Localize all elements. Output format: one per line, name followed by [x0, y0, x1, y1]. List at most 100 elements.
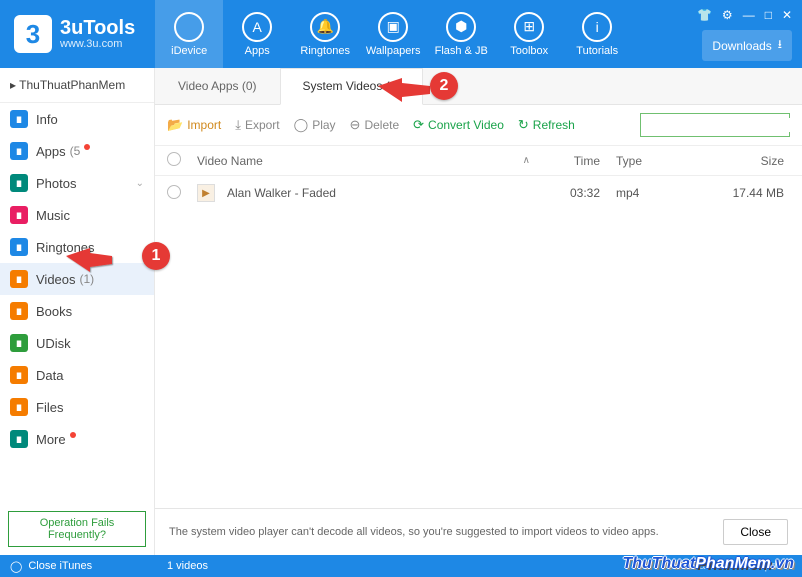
- nav-toolbox[interactable]: ⊞Toolbox: [495, 0, 563, 68]
- col-size[interactable]: Size: [670, 154, 790, 168]
- search-input-wrap[interactable]: 🔍: [640, 113, 790, 137]
- close-button[interactable]: Close: [723, 519, 788, 545]
- play-icon: ◯: [294, 117, 309, 133]
- top-header: 3 3uTools www.3u.com iDeviceAApps🔔Ringto…: [0, 0, 802, 68]
- export-icon: ⤓: [235, 117, 241, 133]
- sidebar-item-photos[interactable]: ∎ Photos ⌄: [0, 167, 154, 199]
- red-dot-icon: [70, 432, 76, 438]
- convert-video-button[interactable]: ⟳Convert Video: [413, 117, 504, 133]
- red-dot-icon: [84, 144, 90, 150]
- sidebar-item-label: More: [36, 432, 66, 447]
- play-button[interactable]: ◯Play: [294, 117, 336, 133]
- main-nav: iDeviceAApps🔔Ringtones▣Wallpapers⬢Flash …: [155, 0, 631, 68]
- sidebar-item-label: UDisk: [36, 336, 71, 351]
- convert-icon: ⟳: [413, 117, 424, 133]
- download-icon: ⭳: [778, 35, 782, 56]
- device-name[interactable]: ▸ ThuThuatPhanMem: [0, 68, 154, 103]
- delete-icon: ⊖: [350, 117, 361, 133]
- sidebar-item-data[interactable]: ∎ Data: [0, 359, 154, 391]
- nav-flash-jb[interactable]: ⬢Flash & JB: [427, 0, 495, 68]
- search-input[interactable]: [647, 118, 802, 132]
- downloads-button[interactable]: Downloads ⭳: [702, 30, 792, 61]
- downloads-label: Downloads: [712, 39, 771, 53]
- image-icon: ▣: [378, 12, 408, 42]
- circle-icon: ◯: [10, 560, 22, 573]
- apps-icon: ∎: [10, 142, 28, 160]
- books-icon: ∎: [10, 302, 28, 320]
- sidebar-item-label: Data: [36, 368, 63, 383]
- row-time: 03:32: [540, 186, 600, 200]
- sidebar-item-label: Photos: [36, 176, 76, 191]
- footer-bar: The system video player can't decode all…: [155, 508, 802, 555]
- videos-icon: ∎: [10, 270, 28, 288]
- ringtones-icon: ∎: [10, 238, 28, 256]
- apple-icon: [174, 12, 204, 42]
- body-row: ▸ ThuThuatPhanMem ∎Info∎Apps(5∎Photos⌄∎M…: [0, 68, 802, 555]
- sidebar-item-files[interactable]: ∎Files: [0, 391, 154, 423]
- sidebar-item-books[interactable]: ∎ Books: [0, 295, 154, 327]
- footer-message: The system video player can't decode all…: [169, 526, 659, 538]
- minimize-icon[interactable]: —: [743, 8, 755, 22]
- refresh-icon: ↻: [518, 117, 529, 133]
- sidebar-item-info[interactable]: ∎ Info: [0, 103, 154, 135]
- sidebar-item-music[interactable]: ∎Music: [0, 199, 154, 231]
- select-all-checkbox[interactable]: [167, 152, 197, 169]
- refresh-button[interactable]: ↻Refresh: [518, 117, 575, 133]
- udisk-icon: ∎: [10, 334, 28, 352]
- sidebar-item-apps[interactable]: ∎Apps(5: [0, 135, 154, 167]
- gear-icon[interactable]: ⚙: [722, 8, 733, 22]
- export-button[interactable]: ⤓Export: [235, 117, 279, 133]
- video-file-icon: ▶: [197, 184, 215, 202]
- row-checkbox[interactable]: [167, 185, 197, 202]
- table-header: Video Name∧ Time Type Size: [155, 145, 802, 176]
- watermark: ThuThuatPhanMem.vn: [622, 555, 794, 573]
- sidebar-item-more[interactable]: ∎ More: [0, 423, 154, 455]
- import-button[interactable]: 📂Import: [167, 117, 221, 133]
- sidebar-item-label: Info: [36, 112, 58, 127]
- operation-fails-link[interactable]: Operation Fails Frequently?: [8, 511, 146, 547]
- sidebar-item-label: Books: [36, 304, 72, 319]
- grid-icon: ⊞: [514, 12, 544, 42]
- app-logo-mark: 3: [14, 15, 52, 53]
- nav-apps[interactable]: AApps: [223, 0, 291, 68]
- col-time[interactable]: Time: [540, 154, 600, 168]
- content-tabs: Video Apps (0)System Videos (1): [155, 68, 802, 105]
- photos-icon: ∎: [10, 174, 28, 192]
- tab-video-apps[interactable]: Video Apps (0): [155, 68, 280, 104]
- maximize-icon[interactable]: □: [765, 8, 772, 22]
- window-controls: 👕 ⚙ — □ ✕ Downloads ⭳: [697, 0, 802, 68]
- bell-icon: 🔔: [310, 12, 340, 42]
- col-video-name[interactable]: Video Name∧: [197, 154, 540, 168]
- status-count: 1 videos: [155, 560, 208, 572]
- app-logo: 3 3uTools www.3u.com: [0, 15, 149, 53]
- app-logo-text: 3uTools www.3u.com: [60, 18, 135, 50]
- info-icon: ∎: [10, 110, 28, 128]
- data-icon: ∎: [10, 366, 28, 384]
- nav-wallpapers[interactable]: ▣Wallpapers: [359, 0, 427, 68]
- nav-tutorials[interactable]: iTutorials: [563, 0, 631, 68]
- table-row[interactable]: ▶Alan Walker - Faded 03:32 mp4 17.44 MB: [155, 176, 802, 210]
- delete-button[interactable]: ⊖Delete: [350, 117, 400, 133]
- main-panel: Video Apps (0)System Videos (1) 📂Import …: [155, 68, 802, 555]
- close-itunes-button[interactable]: ◯ Close iTunes: [0, 560, 155, 573]
- chevron-down-icon: ⌄: [136, 178, 144, 189]
- app-name: 3uTools: [60, 18, 135, 38]
- app-url: www.3u.com: [60, 38, 135, 50]
- nav-ringtones[interactable]: 🔔Ringtones: [291, 0, 359, 68]
- sidebar-badge: (5: [70, 144, 81, 158]
- dropbox-icon: ⬢: [446, 12, 476, 42]
- col-type[interactable]: Type: [600, 154, 670, 168]
- row-size: 17.44 MB: [670, 186, 790, 200]
- more-icon: ∎: [10, 430, 28, 448]
- sidebar-item-udisk[interactable]: ∎ UDisk: [0, 327, 154, 359]
- close-icon[interactable]: ✕: [782, 8, 792, 22]
- sidebar-item-label: Music: [36, 208, 70, 223]
- shirt-icon[interactable]: 👕: [697, 8, 712, 22]
- row-name: ▶Alan Walker - Faded: [197, 184, 540, 202]
- sidebar: ▸ ThuThuatPhanMem ∎Info∎Apps(5∎Photos⌄∎M…: [0, 68, 155, 555]
- sidebar-item-label: Files: [36, 400, 63, 415]
- table-body: ▶Alan Walker - Faded 03:32 mp4 17.44 MB: [155, 176, 802, 210]
- nav-idevice[interactable]: iDevice: [155, 0, 223, 68]
- sort-asc-icon: ∧: [523, 155, 530, 166]
- row-type: mp4: [600, 186, 670, 200]
